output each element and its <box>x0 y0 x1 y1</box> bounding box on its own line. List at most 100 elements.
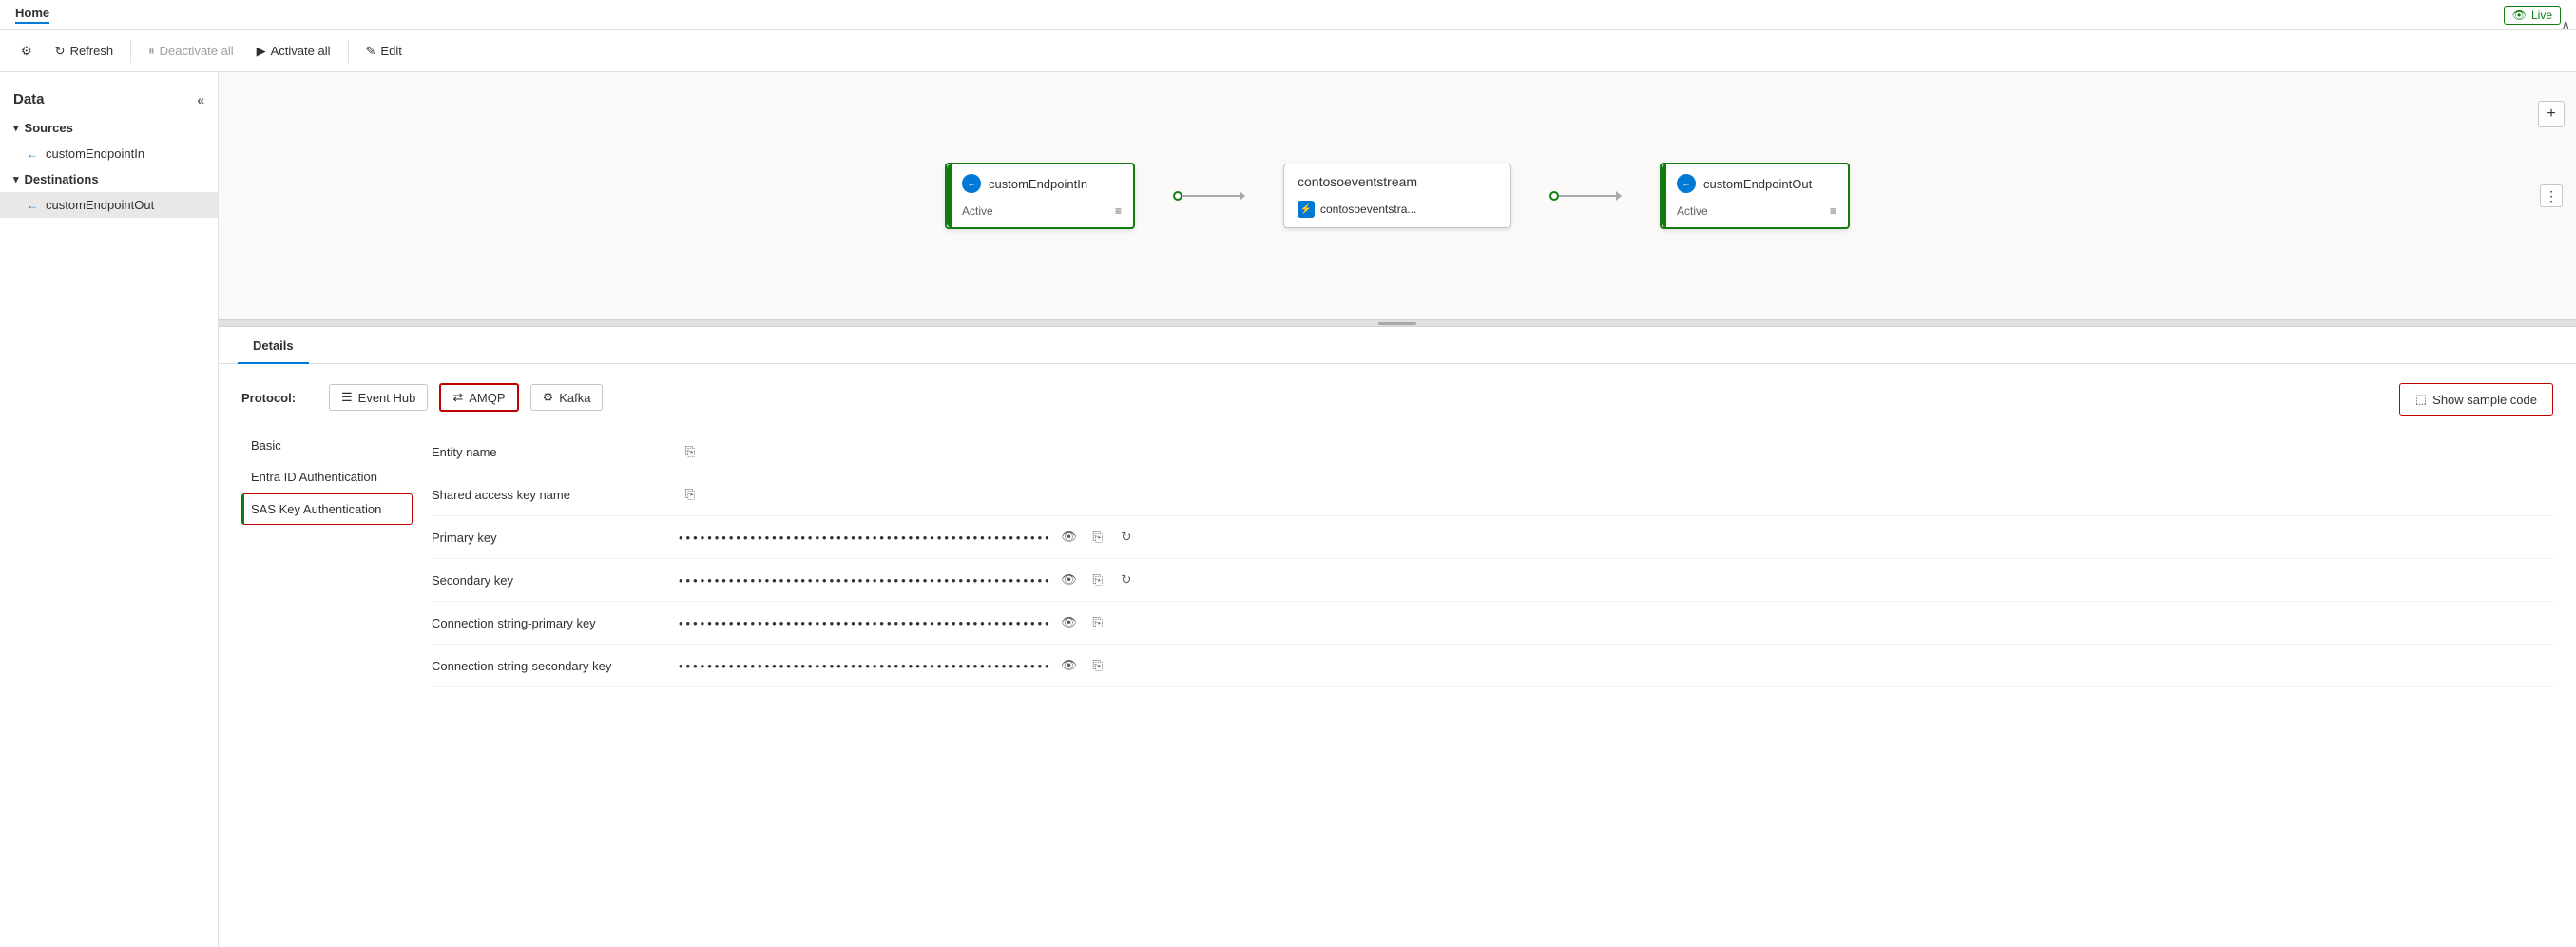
secondary-key-value: ••••••••••••••••••••••••••••••••••••••••… <box>679 569 2553 591</box>
flow-zoom-control[interactable]: ⋮ <box>2540 184 2563 207</box>
protocol-row: Protocol: ☰ Event Hub ⇄ AMQP ⚙ Kafka <box>241 383 2553 412</box>
field-entity-name: Entity name ⎘ <box>432 431 2553 474</box>
auth-layout: Basic Entra ID Authentication SAS Key Au… <box>241 431 2553 687</box>
stream-node[interactable]: contosoeventstream ⚡ contosoeventstra... <box>1283 164 1511 228</box>
conn-primary-dots: ••••••••••••••••••••••••••••••••••••••••… <box>679 616 1052 630</box>
eventhub-icon: ☰ <box>341 390 353 405</box>
dest-node-status: Active <box>1677 204 1708 218</box>
shared-key-name-copy-button[interactable]: ⎘ <box>679 483 702 506</box>
field-conn-primary: Connection string-primary key ••••••••••… <box>432 602 2553 645</box>
endpoint-in-icon: ← <box>27 147 38 161</box>
primary-key-refresh-button[interactable]: ↻ <box>1115 526 1138 549</box>
protocol-amqp-button[interactable]: ⇄ AMQP <box>439 383 518 412</box>
secondary-key-copy-button[interactable]: ⎘ <box>1086 569 1109 591</box>
conn-primary-copy-button[interactable]: ⎘ <box>1086 611 1109 634</box>
primary-key-dots: ••••••••••••••••••••••••••••••••••••••••… <box>679 531 1052 545</box>
deactivate-all-button[interactable]: ⏸ Deactivate all <box>139 39 243 64</box>
connector-dot-2 <box>1549 191 1559 201</box>
auth-entra[interactable]: Entra ID Authentication <box>241 462 413 492</box>
conn-secondary-copy-button[interactable]: ⎘ <box>1086 654 1109 677</box>
sidebar: Data « ▾ Sources ← customEndpointIn ▾ De… <box>0 72 219 947</box>
chevron-down-icon: ▾ <box>13 122 19 134</box>
sidebar-item-customendpointout[interactable]: ← customEndpointOut <box>0 192 218 218</box>
divider-bar <box>1378 322 1416 325</box>
auth-sas[interactable]: SAS Key Authentication <box>241 493 413 525</box>
entity-name-value: ⎘ <box>679 440 2553 463</box>
stream-tag-label: contosoeventstra... <box>1320 203 1416 216</box>
connector-arrow-1 <box>1240 191 1245 201</box>
shared-key-name-label: Shared access key name <box>432 488 679 502</box>
eye-icon: 👁 <box>2512 9 2527 22</box>
deactivate-icon: ⏸ <box>148 44 155 59</box>
connector-line-1 <box>1182 195 1240 197</box>
secondary-key-refresh-button[interactable]: ↻ <box>1115 569 1138 591</box>
conn-secondary-value: ••••••••••••••••••••••••••••••••••••••••… <box>679 654 2553 677</box>
sources-section[interactable]: ▾ Sources <box>0 115 218 141</box>
green-bar-left <box>947 164 952 227</box>
stream-node-title: contosoeventstream <box>1284 164 1510 195</box>
flow-canvas: ← customEndpointIn Active ≡ <box>219 72 2576 319</box>
destinations-section[interactable]: ▾ Destinations <box>0 166 218 192</box>
shared-key-name-value: ⎘ <box>679 483 2553 506</box>
add-node-button[interactable]: + <box>2538 101 2565 127</box>
live-badge: 👁 Live <box>2504 6 2561 25</box>
details-content-wrapper: Protocol: ☰ Event Hub ⇄ AMQP ⚙ Kafka <box>219 364 2576 706</box>
settings-icon: ⚙ <box>21 44 32 59</box>
source-node-status: Active <box>962 204 993 218</box>
entity-name-copy-button[interactable]: ⎘ <box>679 440 702 463</box>
settings-button[interactable]: ⚙ <box>11 39 42 64</box>
conn-secondary-eye-button[interactable]: 👁 <box>1058 654 1081 677</box>
dest-node-title: customEndpointOut <box>1703 177 1812 191</box>
main-layout: Data « ▾ Sources ← customEndpointIn ▾ De… <box>0 72 2576 947</box>
activate-all-button[interactable]: ▶ Activate all <box>247 39 340 64</box>
edit-icon: ✎ <box>366 44 376 59</box>
divider-handle[interactable] <box>219 319 2576 327</box>
sidebar-header: Data « <box>0 84 218 115</box>
auth-fields: Entity name ⎘ Shared access key name ⎘ <box>432 431 2553 687</box>
source-node[interactable]: ← customEndpointIn Active ≡ <box>945 163 1135 229</box>
field-primary-key: Primary key ••••••••••••••••••••••••••••… <box>432 516 2553 559</box>
auth-sidebar: Basic Entra ID Authentication SAS Key Au… <box>241 431 432 687</box>
details-content: Protocol: ☰ Event Hub ⇄ AMQP ⚙ Kafka <box>219 364 2576 706</box>
toolbar-separator-2 <box>348 40 349 63</box>
dest-node[interactable]: ← customEndpointOut Active ≡ <box>1660 163 1850 229</box>
flow-controls: ⋮ <box>2540 184 2563 207</box>
secondary-key-label: Secondary key <box>432 573 679 588</box>
tab-details[interactable]: Details <box>238 327 309 364</box>
field-conn-secondary: Connection string-secondary key ••••••••… <box>432 645 2553 687</box>
primary-key-label: Primary key <box>432 531 679 545</box>
dest-node-icon: ← <box>1677 174 1696 193</box>
sidebar-item-customendpointin[interactable]: ← customEndpointIn <box>0 141 218 166</box>
stream-tag: ⚡ contosoeventstra... <box>1284 195 1510 227</box>
amqp-icon: ⇄ <box>452 390 463 405</box>
field-secondary-key: Secondary key ••••••••••••••••••••••••••… <box>432 559 2553 602</box>
refresh-button[interactable]: ↻ Refresh <box>46 39 123 64</box>
dest-node-menu-icon[interactable]: ≡ <box>1830 204 1836 218</box>
stream-icon: ⚡ <box>1298 201 1315 218</box>
home-tab[interactable]: Home <box>15 6 49 24</box>
code-icon: ⬚ <box>2415 392 2427 407</box>
auth-basic[interactable]: Basic <box>241 431 413 460</box>
chevron-down-icon-2: ▾ <box>13 173 19 185</box>
protocol-kafka-button[interactable]: ⚙ Kafka <box>530 384 604 411</box>
show-sample-code-button[interactable]: ⬚ Show sample code <box>2399 383 2553 416</box>
collapse-sidebar-button[interactable]: « <box>197 92 204 107</box>
source-node-menu-icon[interactable]: ≡ <box>1115 204 1122 218</box>
activate-icon: ▶ <box>257 44 266 59</box>
secondary-key-eye-button[interactable]: 👁 <box>1058 569 1081 591</box>
primary-key-copy-button[interactable]: ⎘ <box>1086 526 1109 549</box>
conn-primary-eye-button[interactable]: 👁 <box>1058 611 1081 634</box>
connector-arrow-2 <box>1616 191 1622 201</box>
entity-name-label: Entity name <box>432 445 679 459</box>
toolbar-separator <box>130 40 131 63</box>
edit-button[interactable]: ✎ Edit <box>356 39 412 64</box>
details-panel: Details ∧ Protocol: ☰ Event Hub <box>219 327 2576 947</box>
primary-key-eye-button[interactable]: 👁 <box>1058 526 1081 549</box>
source-node-icon: ← <box>962 174 981 193</box>
field-shared-key-name: Shared access key name ⎘ <box>432 474 2553 516</box>
green-bar-right <box>1662 164 1666 227</box>
connector-dot-1 <box>1173 191 1182 201</box>
connector-line-2 <box>1559 195 1616 197</box>
primary-key-value: ••••••••••••••••••••••••••••••••••••••••… <box>679 526 2553 549</box>
protocol-eventhub-button[interactable]: ☰ Event Hub <box>329 384 428 411</box>
